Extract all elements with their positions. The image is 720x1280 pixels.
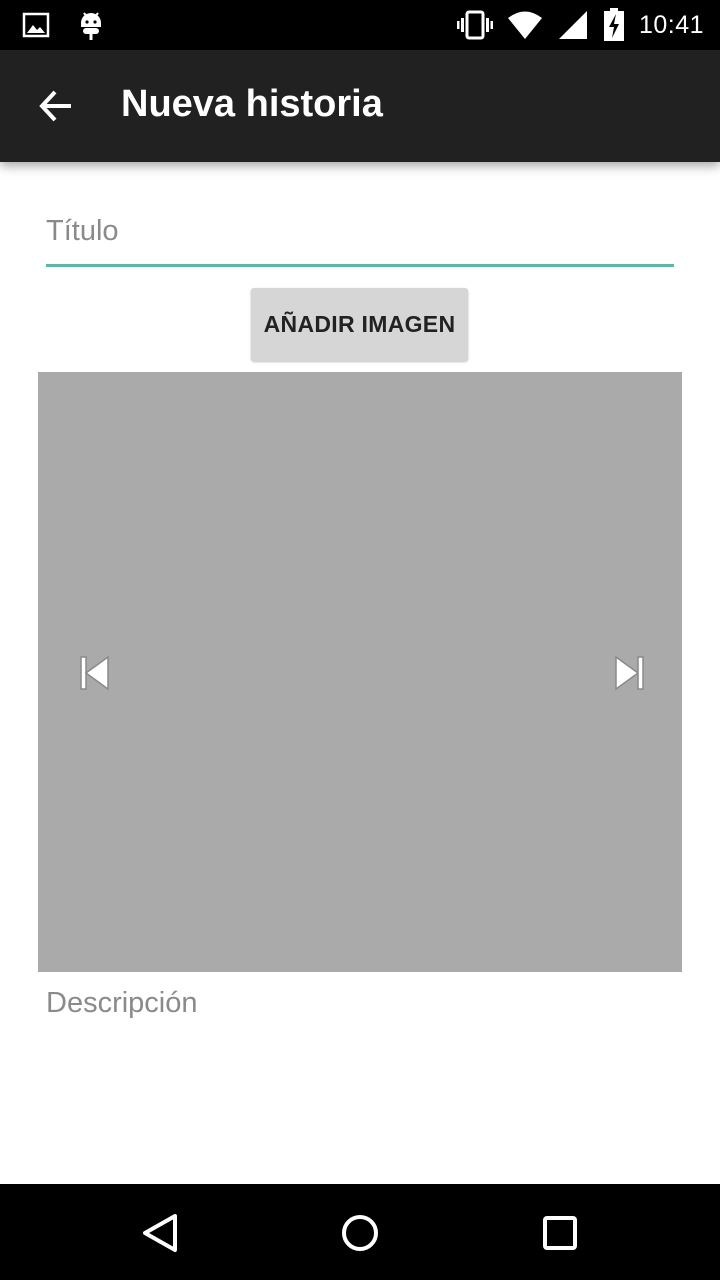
home-circle-icon[interactable] — [335, 1208, 385, 1258]
status-clock: 10:41 — [638, 10, 704, 39]
description-input[interactable] — [46, 978, 674, 1028]
description-field[interactable] — [46, 978, 674, 1038]
add-image-button[interactable]: AÑADIR IMAGEN — [251, 288, 468, 361]
image-notification-icon — [22, 12, 50, 38]
title-underline — [46, 264, 674, 267]
android-debug-icon — [81, 12, 101, 40]
skip-previous-icon[interactable] — [78, 654, 112, 692]
vibrate-icon — [456, 10, 493, 40]
app-bar: Nueva historia — [0, 50, 720, 162]
back-triangle-icon[interactable] — [135, 1208, 185, 1258]
page-title: Nueva historia — [121, 83, 383, 125]
battery-charging-icon — [603, 8, 624, 41]
image-viewer[interactable] — [38, 372, 682, 972]
recents-square-icon[interactable] — [535, 1208, 585, 1258]
arrow-back-icon — [39, 90, 71, 122]
title-input[interactable] — [46, 198, 674, 264]
screen: 10:41 Nueva historia AÑADIR IMAGEN — [0, 0, 720, 1280]
title-field[interactable] — [46, 198, 674, 268]
status-bar: 10:41 — [0, 0, 720, 50]
signal-icon — [558, 11, 587, 39]
skip-next-icon[interactable] — [612, 654, 646, 692]
navigation-bar — [0, 1184, 720, 1280]
wifi-icon — [507, 11, 542, 39]
back-button[interactable] — [24, 74, 88, 138]
